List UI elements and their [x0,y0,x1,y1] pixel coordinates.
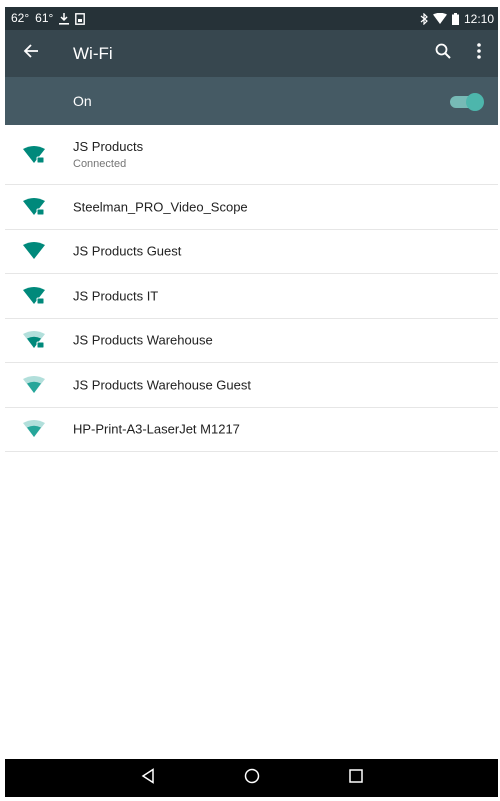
page-title: Wi-Fi [73,44,113,63]
more-options-button[interactable] [464,30,494,77]
wifi-weak-locked-icon [23,331,45,349]
nav-recents-icon [348,768,363,788]
network-list: JS Products Connected Steelman_PRO_Video… [5,125,498,452]
network-item[interactable]: JS Products Connected [5,125,498,185]
search-icon [435,43,451,64]
toolbar: Wi-Fi [5,30,498,77]
bluetooth-icon [420,12,428,25]
status-bar: 62° 61° 12:10 [5,7,498,30]
wifi-locked-icon [23,145,45,164]
screen: 62° 61° 12:10 Wi-Fi On JS Products Conne… [5,7,498,797]
screenshot-icon [75,12,86,25]
nav-back-icon [140,767,156,789]
more-vert-icon [477,43,481,64]
wifi-locked-icon [23,197,45,216]
wifi-icon [23,242,45,260]
network-item[interactable]: JS Products IT [5,274,498,319]
network-item[interactable]: Steelman_PRO_Video_Scope [5,185,498,230]
nav-home-button[interactable] [240,766,264,790]
search-button[interactable] [426,30,460,77]
wifi-switch-label: On [73,93,92,109]
wifi-switch-bar[interactable]: On [5,77,498,125]
back-button[interactable] [5,30,57,77]
network-status: Connected [73,158,127,170]
nav-recents-button[interactable] [344,766,368,790]
nav-back-button[interactable] [136,766,160,790]
temperature-reading: 62° [11,11,30,25]
network-item[interactable]: JS Products Guest [5,230,498,274]
network-ssid: JS Products Warehouse Guest [73,377,251,393]
wifi-weak-icon [23,420,45,438]
battery-icon [451,12,459,25]
wifi-weak-icon [23,375,45,394]
network-ssid: HP-Print-A3-LaserJet M1217 [73,421,240,437]
arrow-back-icon [23,43,39,64]
nav-home-icon [244,768,260,789]
network-ssid: JS Products IT [73,288,159,304]
network-ssid: JS Products Guest [73,243,182,259]
navigation-bar [5,759,498,797]
network-item[interactable]: JS Products Warehouse [5,319,498,363]
temperature-reading: 61° [35,11,54,25]
download-icon [59,12,70,25]
wifi-locked-icon [23,286,45,305]
network-ssid: JS Products [73,139,144,154]
network-item[interactable]: HP-Print-A3-LaserJet M1217 [5,408,498,452]
network-ssid: JS Products Warehouse [73,332,213,348]
toggle-thumb [466,93,484,111]
wifi-signal-icon [432,13,447,24]
network-ssid: Steelman_PRO_Video_Scope [73,199,248,215]
network-item[interactable]: JS Products Warehouse Guest [5,363,498,408]
wifi-toggle[interactable] [450,93,484,111]
clock: 12:10 [463,11,494,26]
